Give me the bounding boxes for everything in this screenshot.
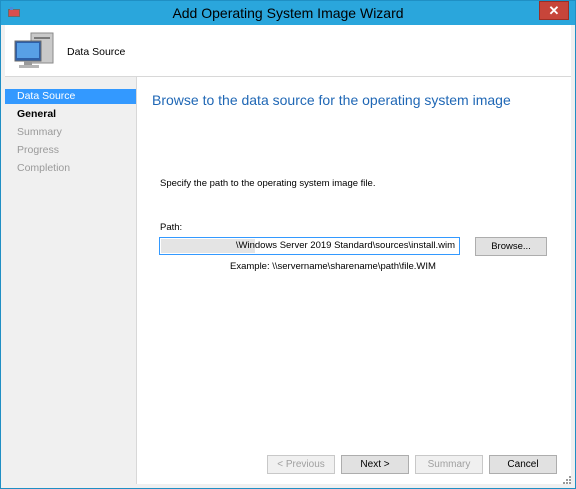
window-title: Add Operating System Image Wizard — [172, 5, 404, 21]
nav-item-progress[interactable]: Progress — [5, 143, 136, 158]
path-value: \Windows Server 2019 Standard\sources\in… — [235, 240, 455, 251]
nav-item-data-source[interactable]: Data Source — [5, 89, 136, 104]
resize-grip-icon[interactable] — [562, 475, 572, 485]
path-example: Example: \\servername\sharename\path\fil… — [230, 261, 436, 272]
next-button[interactable]: Next > — [341, 455, 409, 474]
page-title: Browse to the data source for the operat… — [152, 92, 511, 108]
close-button[interactable]: ✕ — [539, 1, 569, 20]
wizard-nav: Data Source General Summary Progress Com… — [5, 85, 136, 484]
computer-icon — [13, 31, 57, 73]
path-label: Path: — [160, 222, 183, 233]
nav-item-completion[interactable]: Completion — [5, 161, 136, 176]
path-input[interactable]: \Windows Server 2019 Standard\sources\in… — [159, 237, 460, 255]
close-icon: ✕ — [548, 2, 560, 18]
wizard-header: Data Source — [5, 25, 571, 77]
nav-item-general[interactable]: General — [5, 107, 136, 122]
wizard-content: Browse to the data source for the operat… — [136, 77, 571, 484]
wizard-window: Add Operating System Image Wizard ✕ Data… — [0, 0, 576, 489]
browse-button[interactable]: Browse... — [475, 237, 547, 256]
title-bar[interactable]: Add Operating System Image Wizard ✕ — [1, 1, 575, 25]
instruction-text: Specify the path to the operating system… — [160, 178, 376, 189]
summary-button[interactable]: Summary — [415, 455, 483, 474]
header-step-title: Data Source — [67, 46, 126, 58]
cancel-button[interactable]: Cancel — [489, 455, 557, 474]
previous-button[interactable]: < Previous — [267, 455, 335, 474]
nav-item-summary[interactable]: Summary — [5, 125, 136, 140]
